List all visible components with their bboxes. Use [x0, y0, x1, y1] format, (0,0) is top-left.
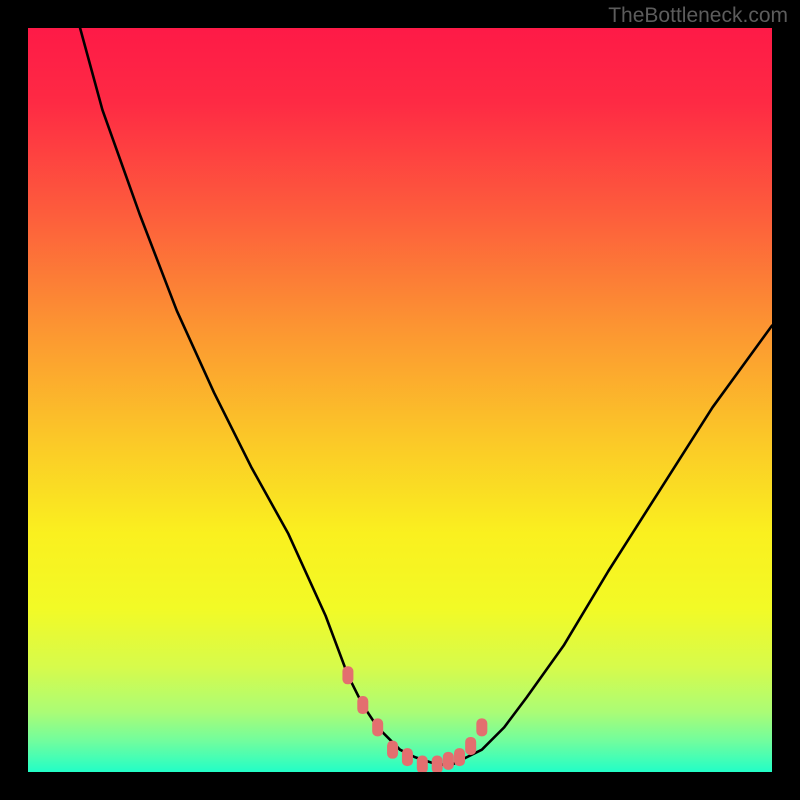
- marker-point: [432, 756, 443, 772]
- curve-layer: [28, 28, 772, 772]
- marker-point: [402, 748, 413, 766]
- marker-point: [417, 756, 428, 772]
- plot-area: [28, 28, 772, 772]
- outer-frame: TheBottleneck.com: [0, 0, 800, 800]
- marker-point: [465, 737, 476, 755]
- marker-point: [454, 748, 465, 766]
- marker-point: [443, 752, 454, 770]
- marker-point: [357, 696, 368, 714]
- bottleneck-curve: [80, 28, 772, 765]
- watermark-text: TheBottleneck.com: [608, 4, 788, 28]
- marker-point: [342, 666, 353, 684]
- marker-point: [387, 741, 398, 759]
- marker-point: [476, 718, 487, 736]
- marker-point: [372, 718, 383, 736]
